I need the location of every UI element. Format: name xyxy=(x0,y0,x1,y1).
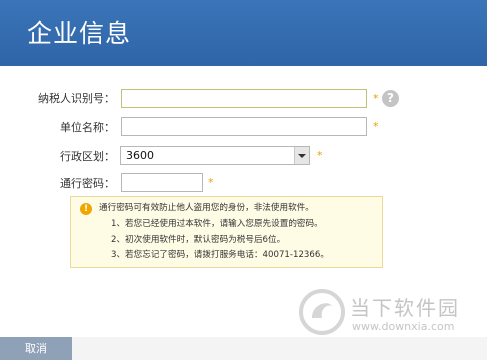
region-required-mark: * xyxy=(317,149,323,162)
page-title: 企业信息 xyxy=(27,19,132,48)
company-name-label: 单位名称： xyxy=(60,121,115,134)
bottom-bar xyxy=(0,337,487,360)
notice-line: 1、若您已经使用过本软件，请输入您原先设置的密码。 xyxy=(111,219,323,229)
watermark-logo-icon xyxy=(299,289,345,335)
notice-line: 通行密码可有效防止他人盗用您的身份，非法使用软件。 xyxy=(99,203,314,213)
region-selected-value: 3600 xyxy=(126,149,154,162)
region-select[interactable]: 3600 xyxy=(120,146,310,165)
passcode-input[interactable] xyxy=(121,173,203,192)
region-label: 行政区划： xyxy=(60,150,115,163)
passcode-required-mark: * xyxy=(208,176,214,189)
watermark-title: 当下软件园 xyxy=(350,296,460,320)
tax-id-label: 纳税人识别号： xyxy=(38,92,115,105)
notice-line: 3、若您忘记了密码，请拨打服务电话：40071-12366。 xyxy=(111,250,329,260)
watermark-url: www.downxia.com xyxy=(352,320,455,333)
notice-box: ! 通行密码可有效防止他人盗用您的身份，非法使用软件。 1、若您已经使用过本软件… xyxy=(70,196,383,268)
warning-icon: ! xyxy=(80,203,92,215)
notice-line: 2、初次使用软件时，默认密码为税号后6位。 xyxy=(111,235,286,245)
company-name-required-mark: * xyxy=(373,120,379,133)
tax-id-required-mark: * xyxy=(373,92,379,105)
cancel-button[interactable]: 取消 xyxy=(0,337,72,360)
header-bar: 企业信息 xyxy=(0,0,487,66)
passcode-label: 通行密码： xyxy=(60,177,115,190)
chevron-down-icon[interactable] xyxy=(294,147,309,164)
help-icon[interactable]: ? xyxy=(382,90,399,107)
company-name-input[interactable] xyxy=(121,117,367,136)
tax-id-input[interactable] xyxy=(121,89,367,108)
